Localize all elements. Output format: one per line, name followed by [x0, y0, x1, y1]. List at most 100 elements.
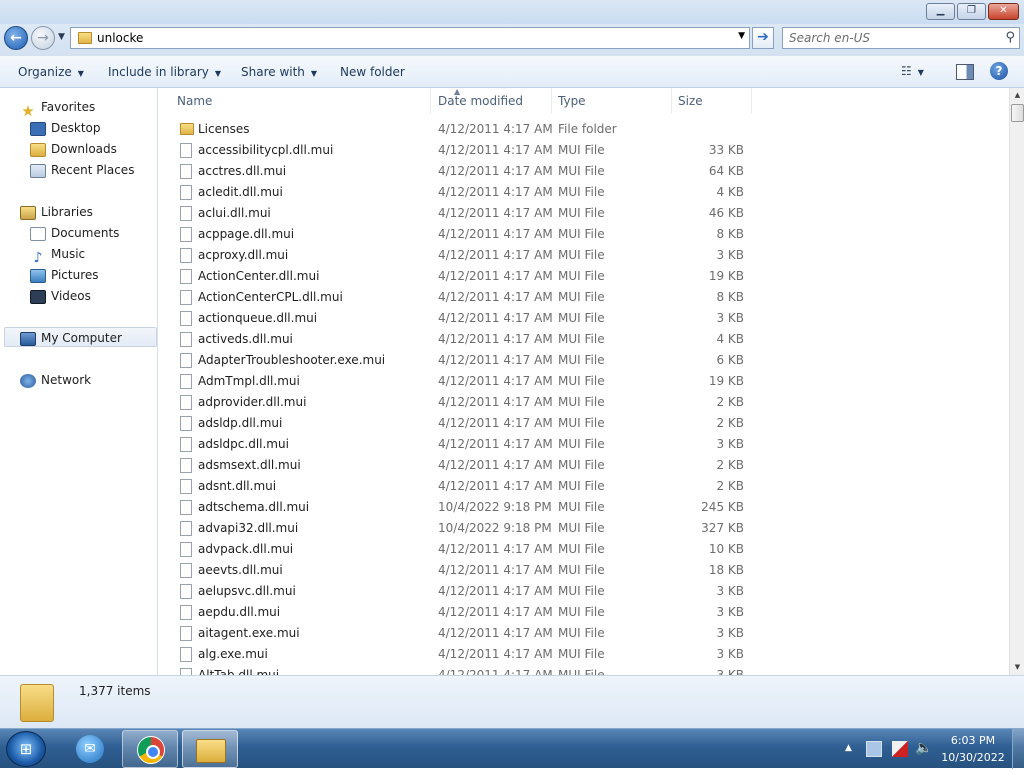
file-type: MUI File [558, 416, 605, 430]
nav-network[interactable]: Network [20, 370, 91, 390]
nav-pictures[interactable]: Pictures [30, 265, 99, 285]
file-row[interactable]: Licenses 4/12/2011 4:17 AM File folder [159, 119, 1009, 140]
go-button[interactable]: ➔ [752, 27, 774, 49]
change-view-button[interactable]: ☷ ▼ [901, 64, 941, 80]
file-row[interactable]: aclui.dll.mui 4/12/2011 4:17 AM MUI File 46… [159, 203, 1009, 224]
search-input[interactable] [789, 30, 989, 46]
taskbar-thunderbird[interactable]: ✉ [62, 730, 118, 768]
nav-desktop[interactable]: Desktop [30, 118, 101, 138]
taskbar-chrome[interactable] [122, 730, 178, 768]
maximize-button[interactable]: ❐ [957, 3, 986, 20]
file-date-modified: 4/12/2011 4:17 AM [438, 563, 553, 577]
address-dropdown-icon[interactable]: ▼ [738, 31, 745, 41]
file-row[interactable]: adsldp.dll.mui 4/12/2011 4:17 AM MUI File 2… [159, 413, 1009, 434]
file-type: MUI File [558, 248, 605, 262]
volume-icon[interactable]: 🔈 [915, 740, 932, 756]
column-header-type-label: Type [558, 94, 586, 108]
show-hidden-icons-icon[interactable]: ▲ [845, 743, 852, 753]
file-name: actionqueue.dll.mui [198, 311, 318, 325]
scroll-down-icon[interactable]: ▼ [1010, 660, 1024, 675]
vertical-scrollbar[interactable]: ▲ ▼ [1009, 88, 1024, 675]
address-bar[interactable]: ▼ [70, 27, 750, 49]
file-list: Licenses 4/12/2011 4:17 AM File folder acce… [159, 119, 1009, 675]
file-row[interactable]: acproxy.dll.mui 4/12/2011 4:17 AM MUI File… [159, 245, 1009, 266]
back-arrow-icon: ← [10, 30, 22, 46]
file-date-modified: 4/12/2011 4:17 AM [438, 668, 553, 675]
action-center-flag-icon[interactable] [892, 741, 908, 757]
new-folder-button[interactable]: New folder [340, 65, 405, 79]
minimize-button[interactable]: ▁ [926, 3, 955, 20]
back-button[interactable]: ← [4, 26, 28, 50]
file-icon [180, 542, 192, 557]
share-with-menu[interactable]: Share with ▼ [241, 65, 317, 79]
file-icon [180, 206, 192, 221]
include-in-library-menu[interactable]: Include in library ▼ [108, 65, 221, 79]
file-name: adprovider.dll.mui [198, 395, 307, 409]
help-button[interactable]: ? [990, 62, 1008, 80]
file-size: 2 KB [716, 395, 744, 409]
search-icon[interactable]: ⚲ [1005, 30, 1015, 45]
file-name: adtschema.dll.mui [198, 500, 310, 514]
file-row[interactable]: aelupsvc.dll.mui 4/12/2011 4:17 AM MUI Fil… [159, 581, 1009, 602]
clock-time[interactable]: 6:03 PM [940, 734, 1006, 747]
title-bar[interactable]: ▁ ❐ ✕ [0, 0, 1024, 24]
computer-icon [20, 331, 36, 346]
recent-pages-dropdown[interactable]: ▼ [58, 32, 65, 42]
nav-recent-places[interactable]: Recent Places [30, 160, 134, 180]
address-input[interactable] [97, 30, 727, 46]
file-row[interactable]: alg.exe.mui 4/12/2011 4:17 AM MUI File 3 KB [159, 644, 1009, 665]
organize-menu[interactable]: Organize ▼ [18, 65, 84, 79]
file-row[interactable]: ActionCenter.dll.mui 4/12/2011 4:17 AM MUI… [159, 266, 1009, 287]
taskbar-explorer[interactable] [182, 730, 238, 768]
file-row[interactable]: advpack.dll.mui 4/12/2011 4:17 AM MUI File… [159, 539, 1009, 560]
column-header-name[interactable]: Name [171, 88, 431, 114]
file-date-modified: 4/12/2011 4:17 AM [438, 185, 553, 199]
nav-favorites[interactable]: ★ Favorites [20, 97, 95, 120]
column-header-type[interactable]: Type [552, 88, 672, 114]
file-row[interactable]: aitagent.exe.mui 4/12/2011 4:17 AM MUI Fil… [159, 623, 1009, 644]
clock-date[interactable]: 10/30/2022 [940, 751, 1006, 764]
nav-my-computer[interactable]: My Computer [4, 327, 157, 347]
search-box[interactable]: ⚲ [782, 27, 1020, 49]
file-row[interactable]: actionqueue.dll.mui 4/12/2011 4:17 AM MUI … [159, 308, 1009, 329]
nav-downloads[interactable]: Downloads [30, 139, 117, 159]
nav-videos[interactable]: Videos [30, 286, 91, 306]
scroll-thumb[interactable] [1011, 104, 1024, 122]
file-type: MUI File [558, 521, 605, 535]
file-type: MUI File [558, 479, 605, 493]
file-row[interactable]: adsnt.dll.mui 4/12/2011 4:17 AM MUI File 2 … [159, 476, 1009, 497]
nav-network-label: Network [41, 373, 92, 387]
file-row[interactable]: aepdu.dll.mui 4/12/2011 4:17 AM MUI File 3 … [159, 602, 1009, 623]
file-row[interactable]: advapi32.dll.mui 10/4/2022 9:18 PM MUI Fil… [159, 518, 1009, 539]
file-row[interactable]: adprovider.dll.mui 4/12/2011 4:17 AM MUI F… [159, 392, 1009, 413]
nav-documents[interactable]: Documents [30, 223, 119, 243]
nav-music[interactable]: ♪ Music [30, 244, 86, 266]
file-row[interactable]: AdapterTroubleshooter.exe.mui 4/12/2011 4… [159, 350, 1009, 371]
file-row[interactable]: activeds.dll.mui 4/12/2011 4:17 AM MUI Fil… [159, 329, 1009, 350]
pictures-icon [30, 268, 46, 283]
file-row[interactable]: acppage.dll.mui 4/12/2011 4:17 AM MUI File… [159, 224, 1009, 245]
start-button[interactable]: ⊞ [6, 731, 46, 767]
file-row[interactable]: acctres.dll.mui 4/12/2011 4:17 AM MUI File… [159, 161, 1009, 182]
file-row[interactable]: adsldpc.dll.mui 4/12/2011 4:17 AM MUI File… [159, 434, 1009, 455]
network-tray-icon[interactable] [866, 741, 882, 757]
file-row[interactable]: adsmsext.dll.mui 4/12/2011 4:17 AM MUI Fil… [159, 455, 1009, 476]
file-row[interactable]: aeevts.dll.mui 4/12/2011 4:17 AM MUI File 1… [159, 560, 1009, 581]
file-row[interactable]: acledit.dll.mui 4/12/2011 4:17 AM MUI File… [159, 182, 1009, 203]
file-row[interactable]: AltTab.dll.mui 4/12/2011 4:17 AM MUI File 3… [159, 665, 1009, 675]
file-row[interactable]: accessibilitycpl.dll.mui 4/12/2011 4:17 A… [159, 140, 1009, 161]
file-size: 8 KB [716, 227, 744, 241]
forward-button[interactable]: → [31, 26, 55, 50]
scroll-up-icon[interactable]: ▲ [1010, 88, 1024, 103]
column-header-size[interactable]: Size [672, 88, 752, 114]
file-row[interactable]: AdmTmpl.dll.mui 4/12/2011 4:17 AM MUI File… [159, 371, 1009, 392]
file-icon [180, 563, 192, 578]
column-header-date-modified[interactable]: Date modified [432, 88, 552, 114]
close-button[interactable]: ✕ [988, 3, 1019, 20]
file-row[interactable]: ActionCenterCPL.dll.mui 4/12/2011 4:17 AM… [159, 287, 1009, 308]
music-icon: ♪ [33, 249, 43, 266]
nav-libraries[interactable]: Libraries [20, 202, 93, 222]
show-desktop-button[interactable] [1012, 729, 1024, 769]
preview-pane-button[interactable] [956, 64, 974, 80]
file-row[interactable]: adtschema.dll.mui 10/4/2022 9:18 PM MUI Fi… [159, 497, 1009, 518]
